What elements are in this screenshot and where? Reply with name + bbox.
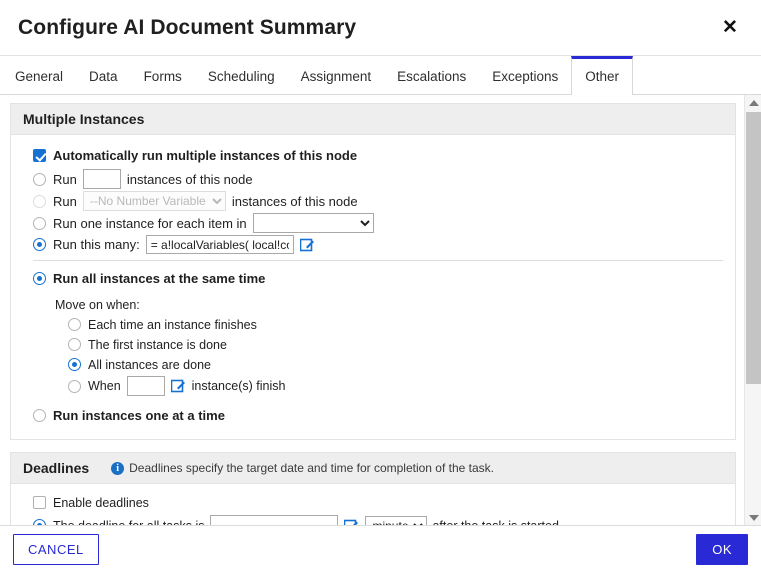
same-time-radio[interactable] — [33, 272, 46, 285]
run-this-many-radio[interactable] — [33, 238, 46, 251]
run-this-many-row: Run this many: — [33, 235, 723, 254]
each-item-radio[interactable] — [33, 216, 46, 230]
expression-editor-icon[interactable] — [170, 379, 186, 393]
auto-run-label: Automatically run multiple instances of … — [53, 148, 358, 163]
move-on-all-label: All instances are done — [88, 357, 211, 372]
same-time-label: Run all instances at the same time — [53, 271, 266, 286]
scroll-content: Multiple Instances Automatically run mul… — [0, 95, 744, 525]
each-item-label: Run one instance for each item in — [53, 215, 247, 231]
run-count-row: Run instances of this node — [33, 169, 723, 189]
auto-run-checkbox[interactable] — [33, 149, 46, 162]
dialog-body: Multiple Instances Automatically run mul… — [0, 95, 761, 525]
move-on-first-radio[interactable] — [68, 338, 81, 351]
move-on-each-row: Each time an instance finishes — [68, 315, 723, 334]
multiple-instances-title: Multiple Instances — [23, 111, 145, 127]
tab-exceptions[interactable]: Exceptions — [479, 56, 571, 94]
deadlines-title: Deadlines — [23, 460, 90, 476]
expression-editor-icon[interactable] — [344, 519, 359, 525]
run-this-many-label: Run this many: — [53, 237, 140, 252]
dialog-footer: CANCEL OK — [0, 525, 761, 572]
dialog-titlebar: Configure AI Document Summary ✕ — [0, 0, 761, 56]
move-on-all-radio[interactable] — [68, 358, 81, 371]
one-at-a-time-radio[interactable] — [33, 409, 46, 422]
move-on-each-label: Each time an instance finishes — [88, 317, 257, 332]
page-title: Configure AI Document Summary — [18, 15, 357, 39]
deadline-unit-select[interactable]: minutes — [365, 515, 428, 525]
multiple-instances-panel: Multiple Instances Automatically run mul… — [10, 103, 736, 440]
deadlines-panel: Deadlines i Deadlines specify the target… — [10, 452, 736, 525]
move-on-when-count-input[interactable] — [126, 376, 165, 396]
run-variable-select[interactable]: --No Number Variable found — [82, 191, 226, 211]
move-on-when-group: Move on when: Each time an instance fini… — [55, 298, 723, 396]
tab-data[interactable]: Data — [76, 56, 131, 94]
vertical-scrollbar[interactable] — [744, 95, 761, 525]
multiple-instances-header: Multiple Instances — [11, 104, 735, 135]
move-on-when-prefix: When — [88, 379, 121, 393]
scrollbar-thumb[interactable] — [746, 112, 761, 384]
enable-deadlines-checkbox[interactable] — [33, 496, 46, 509]
deadline-all-tasks-radio[interactable] — [33, 519, 46, 525]
move-on-all-row: All instances are done — [68, 355, 723, 374]
enable-deadlines-row: Enable deadlines — [33, 493, 723, 512]
run-variable-prefix: Run — [53, 193, 77, 209]
each-item-row: Run one instance for each item in — [33, 213, 723, 233]
configure-node-dialog: Configure AI Document Summary ✕ General … — [0, 0, 761, 572]
move-on-first-label: The first instance is done — [88, 337, 227, 352]
each-item-select[interactable] — [252, 213, 374, 233]
tab-assignment[interactable]: Assignment — [288, 56, 385, 94]
move-on-when-suffix: instance(s) finish — [191, 379, 286, 393]
ok-button[interactable]: OK — [696, 533, 748, 565]
close-icon[interactable]: ✕ — [715, 13, 745, 43]
tab-forms[interactable]: Forms — [131, 56, 195, 94]
run-count-suffix: instances of this node — [126, 171, 253, 187]
run-count-prefix: Run — [53, 171, 77, 187]
multiple-instances-body: Automatically run multiple instances of … — [11, 135, 735, 439]
run-count-input[interactable] — [82, 169, 121, 189]
run-variable-radio[interactable] — [33, 194, 46, 208]
deadlines-note: i Deadlines specify the target date and … — [111, 461, 494, 475]
auto-run-row: Automatically run multiple instances of … — [33, 146, 723, 165]
run-count-radio[interactable] — [33, 172, 46, 186]
enable-deadlines-label: Enable deadlines — [53, 495, 149, 510]
deadlines-header: Deadlines i Deadlines specify the target… — [11, 453, 735, 484]
deadlines-note-text: Deadlines specify the target date and ti… — [129, 461, 495, 475]
run-variable-row: Run --No Number Variable found instances… — [33, 191, 723, 211]
move-on-first-row: The first instance is done — [68, 335, 723, 354]
move-on-when-label: Move on when: — [55, 298, 140, 312]
same-time-row: Run all instances at the same time — [33, 269, 723, 288]
move-on-when-count-row: When instance(s) finish — [68, 376, 723, 396]
expression-editor-icon[interactable] — [299, 238, 315, 252]
run-variable-suffix: instances of this node — [231, 193, 358, 209]
tab-general[interactable]: General — [2, 56, 76, 94]
move-on-when-count-radio[interactable] — [68, 379, 81, 393]
deadlines-body: Enable deadlines The deadline for all ta… — [11, 484, 735, 525]
move-on-each-radio[interactable] — [68, 318, 81, 331]
divider — [33, 260, 723, 261]
deadline-all-tasks-label: The deadline for all tasks is — [53, 519, 204, 526]
deadline-all-tasks-suffix: after the task is started. — [432, 519, 562, 526]
cancel-button[interactable]: CANCEL — [13, 533, 99, 565]
deadline-all-tasks-row: The deadline for all tasks is minutes af… — [33, 515, 723, 525]
deadline-all-tasks-input[interactable] — [210, 515, 339, 525]
one-at-a-time-row: Run instances one at a time — [33, 406, 723, 425]
run-this-many-input[interactable] — [145, 235, 294, 254]
scroll-up-arrow-icon[interactable] — [745, 95, 761, 110]
tab-other[interactable]: Other — [571, 56, 634, 95]
one-at-a-time-label: Run instances one at a time — [53, 408, 225, 423]
tab-bar: General Data Forms Scheduling Assignment… — [0, 56, 761, 95]
tab-escalations[interactable]: Escalations — [384, 56, 479, 94]
info-icon: i — [111, 461, 125, 475]
scroll-down-arrow-icon[interactable] — [745, 510, 761, 525]
tab-scheduling[interactable]: Scheduling — [195, 56, 288, 94]
